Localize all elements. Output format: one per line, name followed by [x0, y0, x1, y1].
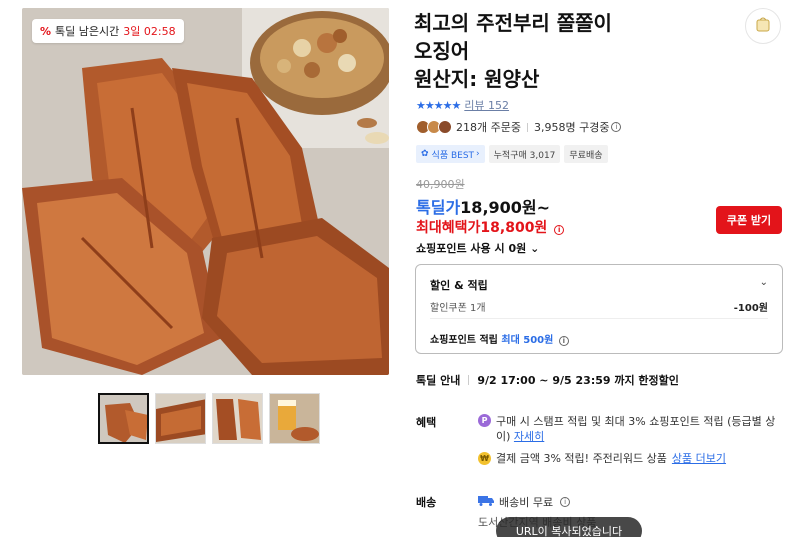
point-use-label: 쇼핑포인트 사용 시 0원	[416, 242, 527, 255]
max-price-value: 18,800원	[480, 220, 548, 236]
save-button[interactable]	[745, 8, 781, 44]
detail-link[interactable]: 자세히	[514, 430, 544, 443]
truck-icon	[478, 495, 494, 509]
timer-label: 톡딜 남은시간	[55, 25, 120, 38]
more-products-link[interactable]: 상품 더보기	[672, 450, 726, 466]
buyer-row: 218개 주문중 3,958명 구경중 i	[416, 119, 622, 135]
star-rating-icon: ★★★★★	[416, 98, 461, 112]
benefit-label: 혜택	[416, 416, 437, 429]
original-price: 40,900원	[416, 178, 465, 191]
tag-row: ✿ 식품 BEST › 누적구매 3,017 무료배송	[416, 145, 608, 163]
order-count: 218개 주문중	[456, 121, 521, 134]
tag-cumulative: 누적구매 3,017	[488, 145, 561, 163]
info-icon[interactable]: i	[611, 122, 622, 132]
product-title: 최고의 주전부리 쫄쫄이 오징어 원산지: 원양산	[414, 9, 734, 93]
benefit-text: 구매 시 스탬프 적립 및 최대 3% 쇼핑포인트 적립 (등급별 상이) 자세…	[496, 415, 776, 443]
deal-timer-badge: % 톡딜 남은시간 3일 02:58	[32, 19, 184, 43]
tag-label: 식품 BEST	[431, 150, 475, 161]
divider	[468, 375, 470, 385]
max-benefit-price: 최대혜택가18,800원 i	[416, 217, 565, 237]
deal-info-period: 9/2 17:00 ~ 9/5 23:59 까지 한정할인	[477, 374, 679, 387]
divider	[430, 318, 768, 319]
benefit-item-stamp: P 구매 시 스탬프 적립 및 최대 3% 쇼핑포인트 적립 (등급별 상이) …	[478, 414, 778, 444]
title-line-3: 원산지: 원양산	[414, 67, 540, 91]
thumbnail-4[interactable]	[269, 393, 320, 444]
max-price-label: 최대혜택가	[416, 220, 481, 236]
discount-box-title: 할인 & 적립	[430, 279, 488, 292]
timer-time: 3일 02:58	[123, 25, 176, 38]
coupon-amount: -100원	[733, 303, 768, 314]
benefit-item-reward: ₩ 결제 금액 3% 적립! 주전리워드 상품 상품 더보기	[478, 450, 778, 466]
thumbnail-list	[98, 393, 320, 444]
thumbnail-2[interactable]	[155, 393, 206, 444]
thumbnail-3[interactable]	[212, 393, 263, 444]
chevron-down-icon: ⌄	[530, 242, 540, 255]
thumbnail-1[interactable]	[98, 393, 149, 444]
coupon-count: 할인쿠폰 1개	[430, 303, 486, 314]
review-link[interactable]: 리뷰 152	[464, 97, 509, 113]
point-earn-value: 최대 500원	[501, 335, 554, 346]
info-icon[interactable]: i	[554, 225, 565, 235]
title-line-1: 최고의 주전부리 쫄쫄이	[414, 11, 612, 35]
chevron-right-icon: ›	[476, 149, 480, 159]
point-use-toggle[interactable]: 쇼핑포인트 사용 시 0원 ⌄	[416, 240, 539, 256]
bag-icon	[754, 15, 772, 37]
coupon-button[interactable]: 쿠폰 받기	[716, 206, 782, 234]
gear-icon: ✿	[421, 149, 429, 159]
percent-icon: %	[40, 24, 52, 38]
deal-info-label: 톡딜 안내	[416, 374, 461, 387]
reward-icon: ₩	[478, 451, 491, 465]
info-icon[interactable]: i	[560, 497, 571, 507]
deal-info-row: 톡딜 안내 9/2 17:00 ~ 9/5 23:59 까지 한정할인	[416, 372, 679, 388]
deal-price-label: 톡딜가	[416, 198, 461, 217]
divider	[526, 122, 528, 132]
shipping-label: 배송	[416, 496, 437, 509]
toast-message: URL이 복사되었습니다	[496, 517, 642, 537]
tag-food-best[interactable]: ✿ 식품 BEST ›	[416, 145, 485, 163]
rating-row: ★★★★★ 리뷰 152	[416, 97, 509, 113]
point-earn-row: 쇼핑포인트 적립 최대 500원 i	[430, 331, 569, 346]
wishlist-count: 3,958명 구경중	[533, 121, 610, 134]
tag-free-shipping: 무료배송	[564, 145, 608, 163]
avatar	[438, 120, 452, 134]
point-earn-label: 쇼핑포인트 적립	[430, 335, 498, 346]
chevron-down-icon[interactable]: ⌄	[760, 277, 768, 288]
title-line-2: 오징어	[414, 39, 470, 63]
deal-price-value: 18,900원~	[460, 198, 551, 217]
buyer-avatars	[416, 120, 452, 134]
shipping-fee-row: 배송비 무료 i	[478, 494, 571, 510]
discount-box: 할인 & 적립 ⌄ 할인쿠폰 1개 -100원 쇼핑포인트 적립 최대 500원…	[415, 264, 783, 354]
benefit-text: 결제 금액 3% 적립! 주전리워드 상품	[496, 452, 667, 465]
shipping-fee: 배송비 무료	[499, 496, 554, 509]
main-product-image[interactable]	[22, 8, 389, 375]
info-icon[interactable]: i	[558, 336, 569, 346]
point-icon: P	[478, 414, 491, 427]
deal-price: 톡딜가18,900원~	[416, 194, 550, 218]
